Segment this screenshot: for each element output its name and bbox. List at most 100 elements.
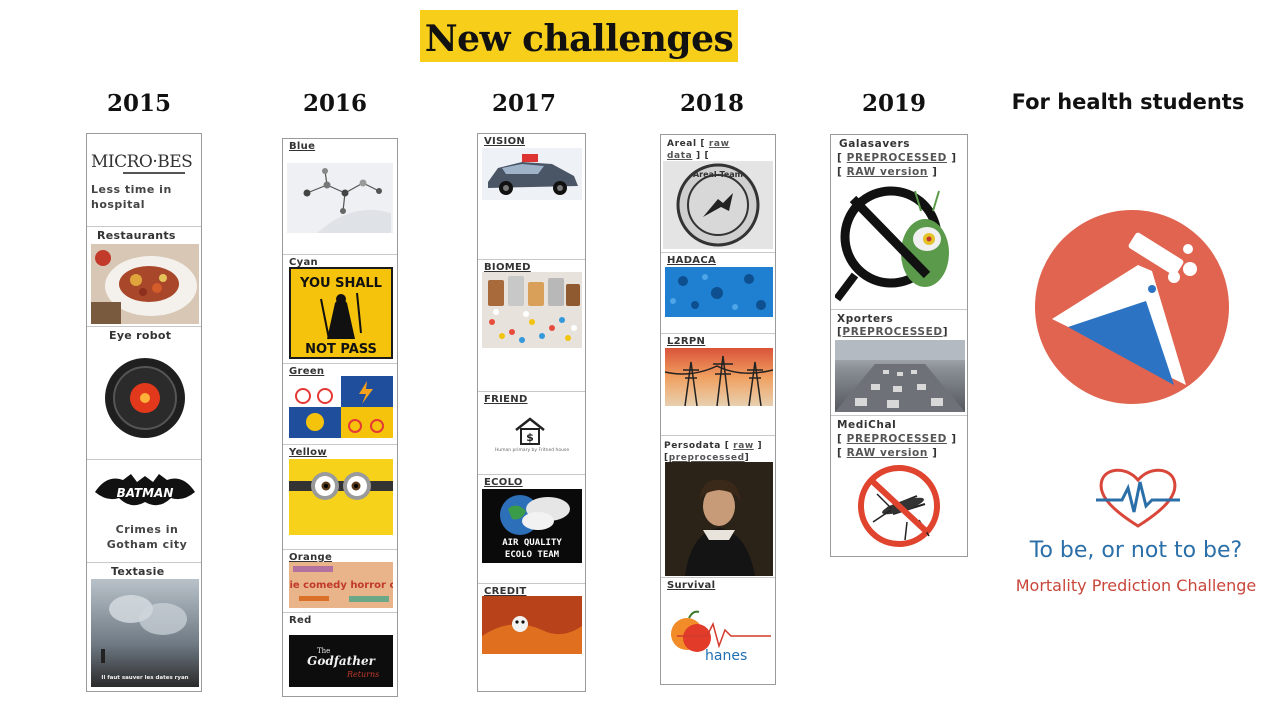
title-banner: New challenges bbox=[420, 10, 738, 62]
microbes-logo: MICRO·BES bbox=[91, 152, 193, 172]
batman-logo-text: BATMAN bbox=[117, 486, 174, 500]
galasavers-title: Galasavers bbox=[839, 138, 911, 150]
challenge-red[interactable]: Red The Godfather Returns bbox=[283, 613, 397, 696]
medichal-no-mosquito-image bbox=[847, 464, 951, 548]
persodata-label: Persodata bbox=[664, 441, 721, 451]
challenge-l2rpn[interactable]: L2RPN bbox=[661, 334, 775, 436]
friend-caption: Human primary by Fritned house bbox=[494, 448, 570, 453]
survival-logo-hanes: hanes bbox=[705, 648, 747, 664]
year-2017: 2017 bbox=[491, 90, 556, 117]
challenge-xporters[interactable]: Xporters [PREPROCESSED] bbox=[831, 310, 967, 416]
column-2015: MICRO·BES Less time in hospital Restaura… bbox=[86, 133, 202, 692]
areal-badge-text: Areal Team bbox=[693, 170, 743, 179]
galasavers-raw-link[interactable]: RAW version bbox=[847, 166, 928, 178]
challenge-persodata[interactable]: Persodata [ raw ] [preprocessed] bbox=[661, 436, 775, 578]
year-2019: 2019 bbox=[861, 90, 926, 117]
column-2016: Blue Cyan YOU SHALL NOT PASS Green Yello… bbox=[282, 138, 398, 697]
blue-label: Blue bbox=[289, 141, 316, 152]
challenge-eye-robot[interactable]: Eye robot bbox=[87, 327, 201, 460]
challenge-galasavers[interactable]: Galasavers [ PREPROCESSED ] [ RAW versio… bbox=[831, 135, 967, 310]
challenge-ecolo[interactable]: ECOLO AIR QUALITY ECOLO TEAM bbox=[478, 475, 585, 584]
galasavers-raw-line: [ RAW version ] bbox=[837, 166, 938, 178]
challenge-orange[interactable]: Orange movie comedy horror crew bbox=[283, 550, 397, 613]
challenge-survival[interactable]: Survival n hanes bbox=[661, 578, 775, 684]
health-students-heading: For health students bbox=[1011, 90, 1245, 114]
areal-badge-image: Areal Team bbox=[663, 161, 773, 249]
textasie-poster-image: Il faut sauver les dates ryan bbox=[91, 579, 199, 687]
survival-label: Survival bbox=[667, 580, 716, 591]
column-2018: Areal [ raw data ] [ preprocessed ] Area… bbox=[660, 134, 776, 685]
challenge-hadaca[interactable]: HADACA bbox=[661, 253, 775, 334]
friend-house-icon: $ bbox=[512, 416, 548, 446]
textasie-label: Textasie bbox=[111, 565, 165, 578]
page-title: New challenges bbox=[424, 18, 734, 60]
persodata-raw-link[interactable]: raw bbox=[733, 441, 754, 451]
hadaca-label: HADACA bbox=[667, 255, 717, 266]
challenge-vision[interactable]: VISION bbox=[478, 134, 585, 260]
xporters-traffic-image bbox=[835, 340, 965, 412]
vision-car-image bbox=[482, 148, 582, 200]
health-slogan: To be, or not to be? bbox=[1029, 538, 1243, 563]
red-poster-line3: Returns bbox=[346, 670, 379, 679]
areal-data-link[interactable]: data bbox=[667, 151, 692, 161]
cyan-sign-image: YOU SHALL NOT PASS bbox=[289, 267, 393, 359]
medichal-title: MediChal bbox=[837, 419, 897, 431]
survival-nhanes-logo: n hanes bbox=[667, 604, 773, 668]
xporters-pre-line: [PREPROCESSED] bbox=[837, 326, 949, 338]
challenge-areal[interactable]: Areal [ raw data ] [ preprocessed ] Area… bbox=[661, 135, 775, 253]
health-subtitle: Mortality Prediction Challenge bbox=[1015, 576, 1257, 595]
biomed-pills-image bbox=[482, 272, 582, 348]
medichal-raw-line: [ RAW version ] bbox=[837, 447, 938, 459]
galasavers-pre-line: [ PREPROCESSED ] bbox=[837, 152, 957, 164]
restaurants-label: Restaurants bbox=[97, 229, 176, 242]
year-2015: 2015 bbox=[106, 90, 171, 117]
svg-text:$: $ bbox=[526, 431, 534, 444]
heart-pulse-icon bbox=[1096, 466, 1180, 530]
challenge-biomed[interactable]: BIOMED bbox=[478, 260, 585, 392]
red-godfather-image: The Godfather Returns bbox=[289, 635, 393, 687]
medichal-raw-link[interactable]: RAW version bbox=[847, 447, 928, 459]
column-2017: VISION BIOMED FRIEND $ Human primary by … bbox=[477, 133, 586, 692]
challenge-microbes[interactable]: MICRO·BES Less time in hospital bbox=[87, 134, 201, 227]
challenge-credit[interactable]: CREDIT bbox=[478, 584, 585, 691]
ecolo-air-quality-image: AIR QUALITY ECOLO TEAM bbox=[482, 489, 582, 563]
friend-label: FRIEND bbox=[484, 394, 528, 405]
orange-wordcloud-image: movie comedy horror crew bbox=[289, 562, 393, 608]
ecolo-line2: ECOLO TEAM bbox=[505, 550, 560, 560]
batman-logo-image: BATMAN bbox=[93, 472, 197, 510]
ecolo-line1: AIR QUALITY bbox=[502, 538, 562, 548]
cyan-sign-top: YOU SHALL bbox=[299, 276, 382, 291]
microbes-caption: Less time in hospital bbox=[91, 183, 172, 211]
flask-logo bbox=[1034, 209, 1230, 405]
cyan-sign-bottom: NOT PASS bbox=[305, 342, 377, 357]
challenge-restaurants[interactable]: Restaurants bbox=[87, 227, 201, 327]
challenge-cyan[interactable]: Cyan YOU SHALL NOT PASS bbox=[283, 255, 397, 364]
challenge-blue[interactable]: Blue bbox=[283, 139, 397, 255]
areal-raw-link[interactable]: raw bbox=[709, 139, 730, 149]
l2rpn-pylons-image bbox=[665, 348, 773, 406]
galasavers-preprocessed-link[interactable]: PREPROCESSED bbox=[847, 152, 947, 164]
challenge-friend[interactable]: FRIEND $ Human primary by Fritned house bbox=[478, 392, 585, 475]
eye-robot-label: Eye robot bbox=[109, 329, 172, 342]
column-2019: Galasavers [ PREPROCESSED ] [ RAW versio… bbox=[830, 134, 968, 557]
orange-wordcloud-text: movie comedy horror crew bbox=[289, 580, 393, 591]
galasavers-plankton-image bbox=[835, 181, 965, 305]
yellow-minion-image bbox=[289, 459, 393, 535]
areal-label: Areal bbox=[667, 139, 697, 149]
persodata-portrait-image bbox=[665, 462, 773, 576]
yellow-label: Yellow bbox=[289, 447, 327, 458]
xporters-preprocessed-link[interactable]: PREPROCESSED bbox=[842, 326, 942, 338]
challenge-green[interactable]: Green bbox=[283, 364, 397, 445]
medichal-preprocessed-link[interactable]: PREPROCESSED bbox=[847, 433, 947, 445]
hadaca-cells-image bbox=[665, 267, 773, 317]
xporters-title: Xporters bbox=[837, 313, 894, 325]
persodata-links: Persodata [ raw ] [preprocessed] bbox=[664, 441, 763, 463]
red-label: Red bbox=[289, 615, 312, 626]
eye-robot-image bbox=[91, 353, 199, 443]
challenge-yellow[interactable]: Yellow bbox=[283, 445, 397, 550]
year-2016: 2016 bbox=[302, 90, 367, 117]
challenge-batman[interactable]: BATMAN Crimes in Gotham city bbox=[87, 460, 201, 563]
red-poster-line2: Godfather bbox=[307, 654, 376, 668]
challenge-medichal[interactable]: MediChal [ PREPROCESSED ] [ RAW version … bbox=[831, 416, 967, 556]
challenge-textasie[interactable]: Textasie Il faut sauver les dates ryan bbox=[87, 563, 201, 691]
